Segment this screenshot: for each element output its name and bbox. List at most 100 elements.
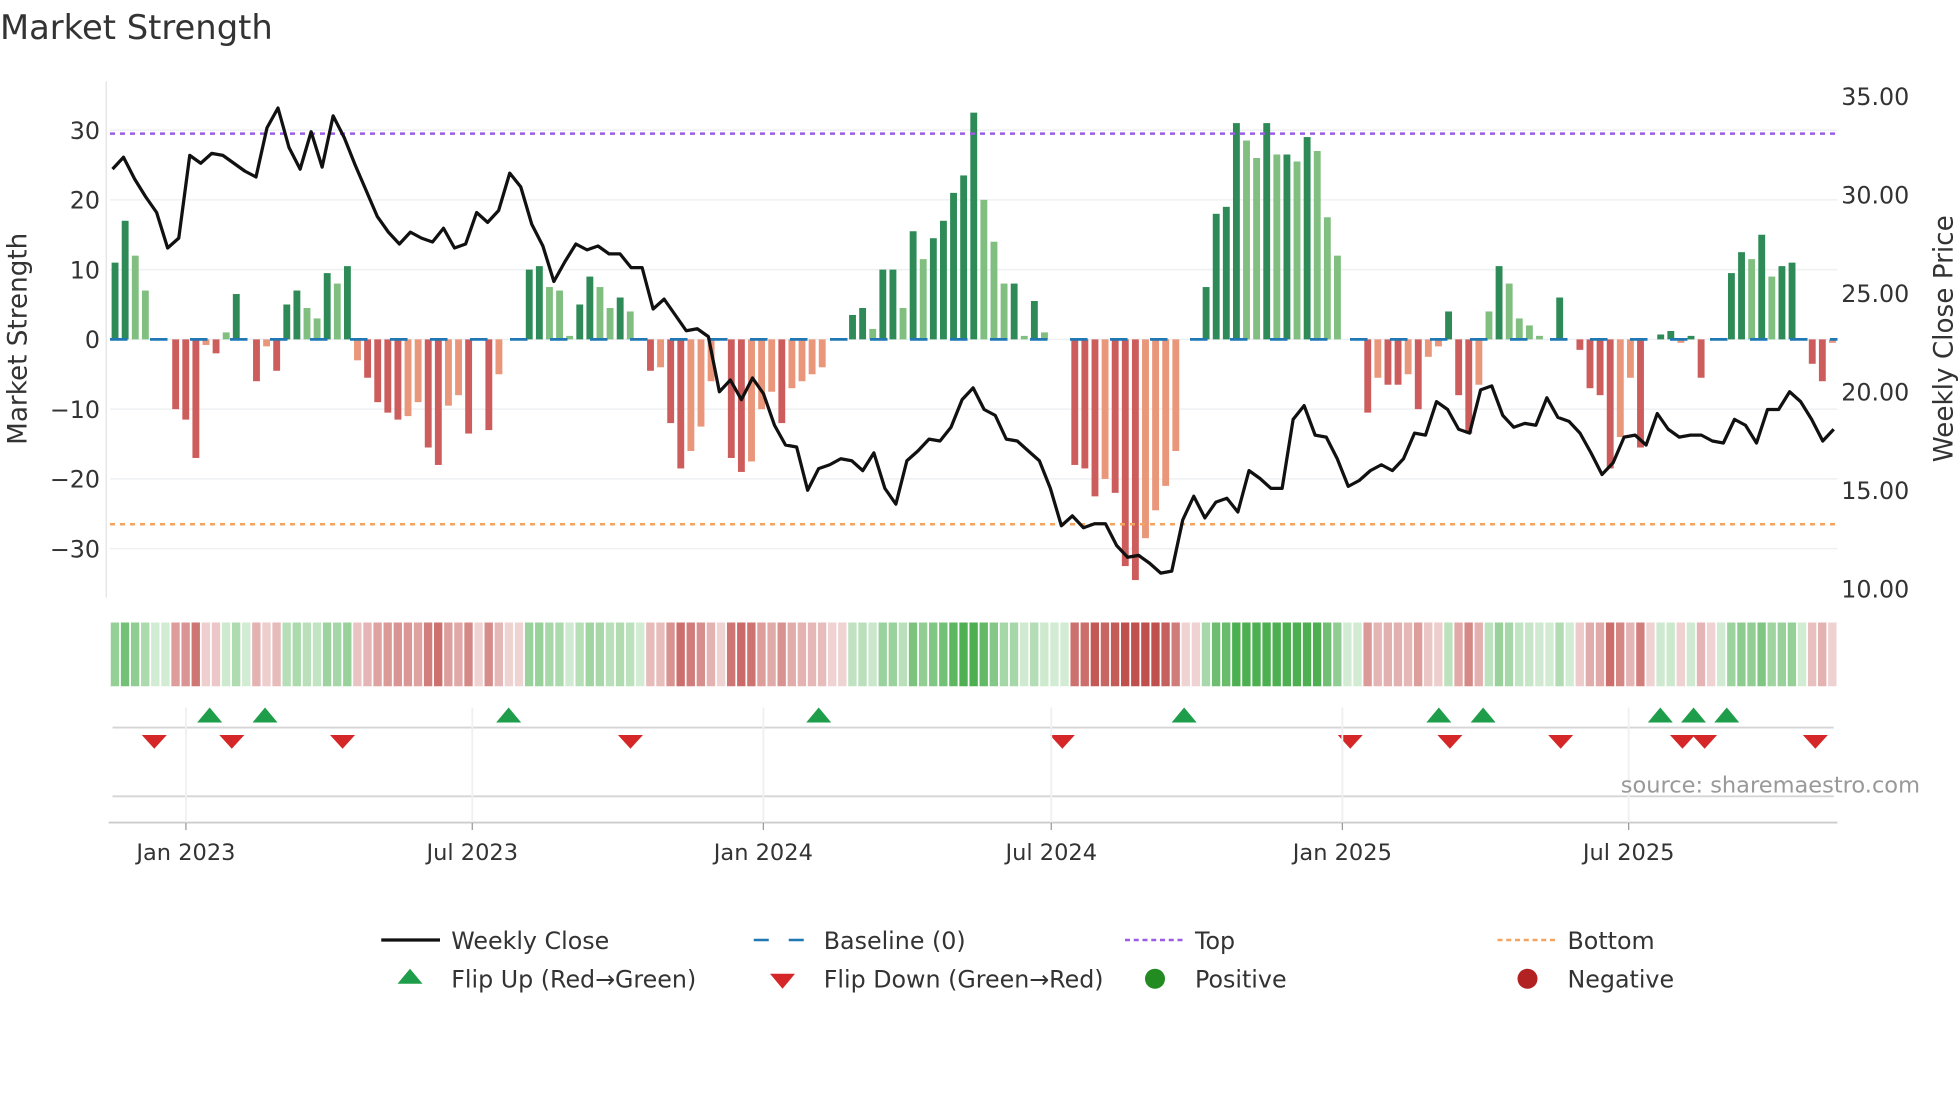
flip-up-marker bbox=[1470, 707, 1496, 723]
heat-strip-cell bbox=[1474, 622, 1483, 687]
legend-label: Flip Down (Green→Red) bbox=[824, 966, 1104, 994]
flip-down-marker bbox=[1437, 735, 1463, 749]
heat-strip-cell bbox=[1777, 622, 1786, 687]
heat-strip-cell bbox=[797, 622, 807, 687]
strength-bar bbox=[919, 259, 927, 340]
strength-bar bbox=[657, 339, 665, 368]
strength-bar bbox=[495, 339, 503, 375]
strength-bar bbox=[232, 294, 240, 340]
strength-bar bbox=[1738, 252, 1745, 340]
strength-bar bbox=[1525, 325, 1533, 340]
strength-bar bbox=[1455, 339, 1463, 396]
heat-strip-cell bbox=[1272, 622, 1281, 687]
heat-strip-cell bbox=[191, 622, 200, 687]
y-axis-ticks: 30 20 10 0 −10 −20 −30 bbox=[50, 117, 100, 564]
strength-bar bbox=[182, 339, 190, 420]
strength-bar bbox=[1495, 266, 1503, 340]
heat-strip-cell bbox=[1353, 622, 1362, 687]
heat-strip-cell bbox=[423, 622, 433, 687]
strength-bar bbox=[859, 307, 867, 340]
heat-strip-cell bbox=[1828, 622, 1837, 687]
strength-bar bbox=[798, 339, 806, 382]
heat-strip-cell bbox=[1797, 622, 1807, 687]
strength-bar bbox=[1111, 339, 1119, 493]
strength-bar bbox=[1505, 283, 1513, 340]
heat-strip-cell bbox=[747, 622, 756, 687]
heat-strip-cell bbox=[878, 622, 887, 687]
strength-bar bbox=[1101, 339, 1109, 479]
heat-strip-cell bbox=[353, 622, 362, 687]
strength-bar bbox=[940, 220, 947, 340]
strength-bar bbox=[970, 112, 978, 340]
strength-bar bbox=[1253, 157, 1261, 340]
strength-bar bbox=[1222, 206, 1230, 340]
heat-strip-cell bbox=[1484, 622, 1494, 687]
strength-bar bbox=[1637, 339, 1644, 448]
legend-positive-icon bbox=[1145, 968, 1165, 989]
heat-strip-cell bbox=[716, 622, 726, 687]
heat-strip-cell bbox=[130, 622, 140, 687]
x-tick-label: Jul 2024 bbox=[1003, 840, 1097, 866]
flip-down-marker bbox=[330, 735, 356, 749]
heat-strip-cell bbox=[262, 622, 271, 687]
strength-bar bbox=[1657, 334, 1665, 340]
heat-strip-cell bbox=[444, 622, 453, 687]
heat-strip-cell bbox=[1595, 622, 1605, 687]
strength-bar bbox=[616, 297, 624, 340]
heat-strip-cell bbox=[1504, 622, 1514, 687]
legend-flip-up-icon bbox=[397, 968, 423, 984]
strength-bar bbox=[1232, 123, 1240, 340]
heat-strip-cell bbox=[242, 622, 251, 687]
heat-strip-cell bbox=[1545, 622, 1554, 687]
strength-bar bbox=[192, 339, 200, 458]
heat-strip-cell bbox=[1070, 622, 1079, 687]
strength-bar bbox=[1606, 339, 1614, 469]
heat-strip-cell bbox=[1040, 622, 1049, 687]
heat-strip-cell bbox=[1525, 622, 1534, 687]
strength-bar bbox=[354, 339, 361, 361]
heat-strip-cell bbox=[292, 622, 301, 687]
heat-strip-cell bbox=[1737, 622, 1746, 687]
strength-bar bbox=[768, 339, 776, 392]
strength-bar bbox=[1293, 161, 1301, 340]
heat-strip-cell bbox=[514, 622, 524, 687]
strength-bar bbox=[1616, 339, 1624, 438]
y2-tick-label: 30.00 bbox=[1841, 181, 1909, 209]
strength-bar bbox=[283, 304, 291, 340]
strength-bar bbox=[1556, 297, 1564, 340]
heat-strip-cell bbox=[1676, 622, 1685, 687]
heat-strip-cell bbox=[929, 622, 938, 687]
heat-strip-cell bbox=[524, 622, 534, 687]
strength-bar bbox=[1162, 339, 1170, 486]
y-tick-label: 20 bbox=[70, 187, 100, 215]
flip-down-marker bbox=[617, 735, 643, 749]
heat-strip-cell bbox=[454, 622, 463, 687]
heat-strip-cell bbox=[282, 622, 291, 687]
heat-strip-cell bbox=[1161, 622, 1170, 687]
strength-bar bbox=[172, 339, 180, 410]
heat-strip-cell bbox=[1211, 622, 1221, 687]
strength-bar bbox=[737, 339, 745, 472]
heat-strip-cell bbox=[413, 622, 423, 687]
heat-strip-cell bbox=[221, 622, 231, 687]
heat-strip-cell bbox=[807, 622, 817, 687]
y-tick-label: 30 bbox=[70, 117, 100, 145]
strength-bar bbox=[1687, 335, 1695, 340]
y2-tick-label: 15.00 bbox=[1841, 477, 1909, 505]
flip-up-marker bbox=[496, 707, 522, 723]
heat-strip-cell bbox=[1403, 622, 1413, 687]
legend-negative-icon bbox=[1517, 968, 1538, 989]
strength-bar bbox=[697, 339, 705, 427]
heat-strip-cell bbox=[322, 622, 332, 687]
heat-strip-cell bbox=[231, 622, 241, 687]
strength-bar bbox=[1384, 339, 1392, 385]
heat-strip-cell bbox=[726, 622, 736, 687]
strength-bar bbox=[667, 339, 675, 424]
heat-strip-cell bbox=[393, 622, 402, 687]
strength-bar bbox=[1243, 140, 1250, 340]
heat-strip-cell bbox=[1393, 622, 1403, 687]
strength-bar bbox=[869, 328, 877, 340]
strength-bar bbox=[546, 287, 553, 340]
flip-up-marker bbox=[1681, 707, 1707, 723]
heat-strip-cell bbox=[141, 622, 150, 687]
